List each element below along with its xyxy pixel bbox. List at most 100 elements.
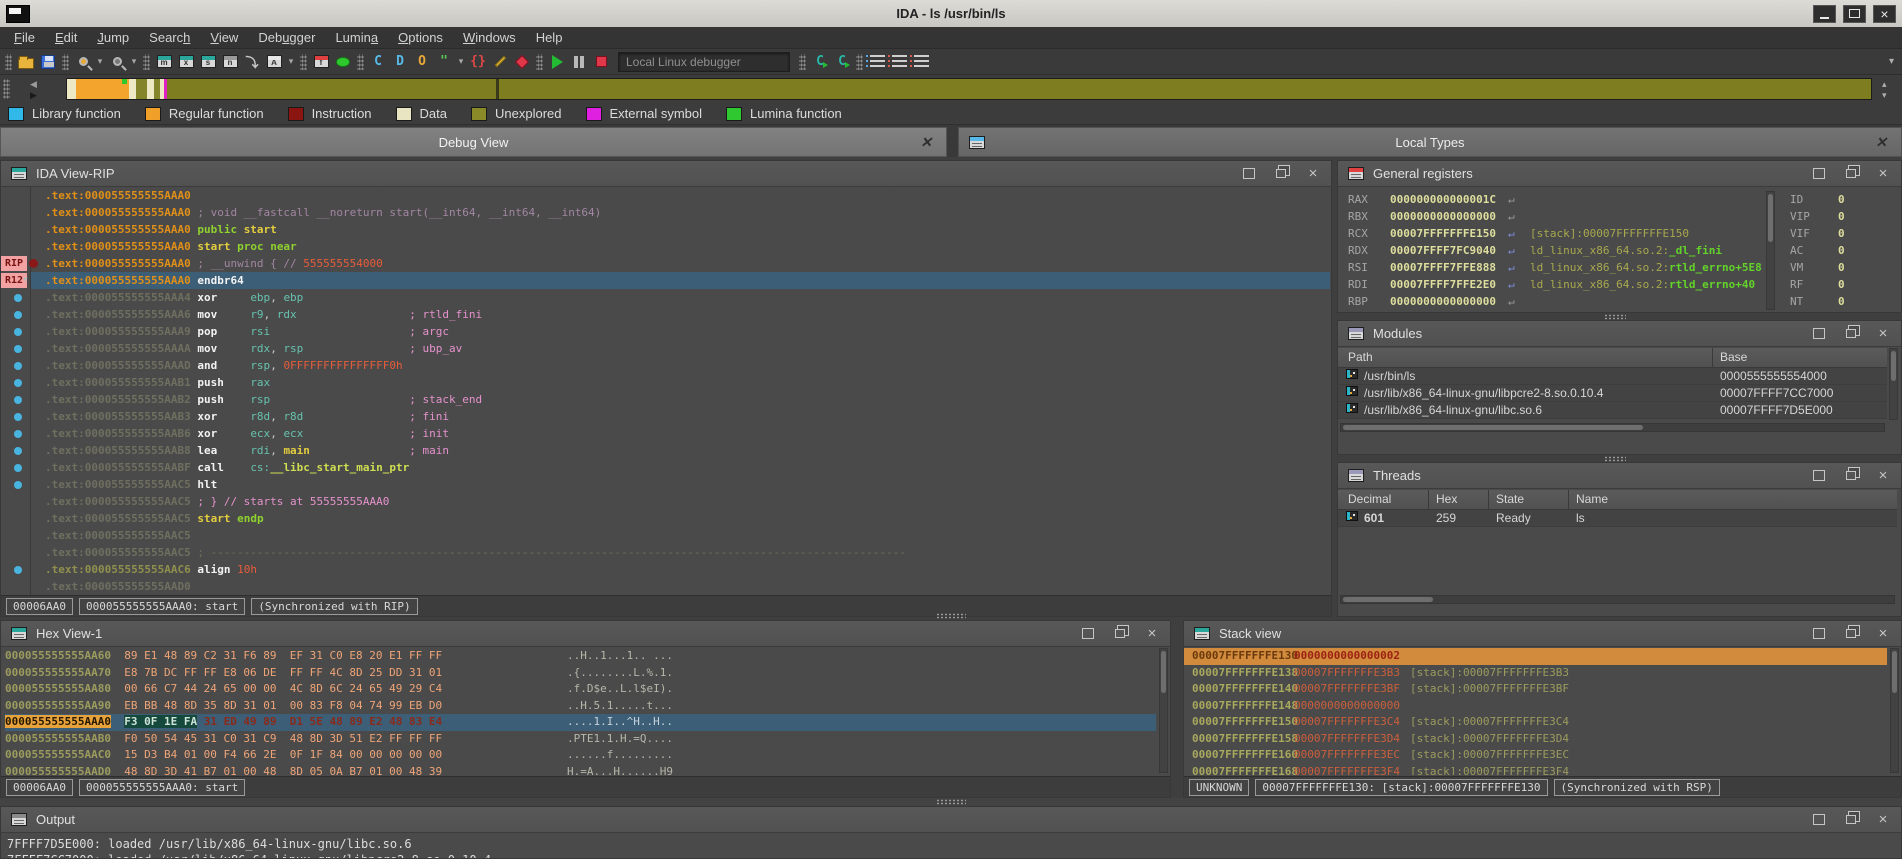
register-row[interactable]: RSI00007FFFF7FFE888↵ld_linux_x86_64.so.2… xyxy=(1338,259,1763,276)
disasm-line[interactable]: .text:000055555555AAB6 xor ecx, ecx ; in… xyxy=(31,425,1330,442)
stack-view-titlebar[interactable]: Stack view × xyxy=(1184,621,1901,647)
flag-row[interactable]: AC0 xyxy=(1786,242,1897,259)
register-row[interactable]: RBX0000000000000000↵ xyxy=(1338,208,1763,225)
names-window-icon[interactable]: n xyxy=(220,52,240,72)
make-string-icon[interactable]: " xyxy=(434,52,454,72)
make-data-icon[interactable]: D xyxy=(390,52,410,72)
disasm-line[interactable]: .text:000055555555AAA6 mov r9, rdx ; rtl… xyxy=(31,306,1330,323)
breakpoint-dot-icon[interactable] xyxy=(14,481,22,489)
close-button[interactable]: × xyxy=(1873,5,1896,23)
threads-maximize-icon[interactable] xyxy=(1811,469,1827,483)
toolbar-separator-handle[interactable] xyxy=(856,54,863,70)
hex-row[interactable]: 000055555555AAB0 F0 50 54 45 31 C0 31 C9… xyxy=(5,731,1156,748)
flag-row[interactable]: VIF0 xyxy=(1786,225,1897,242)
toolbar-separator-handle[interactable] xyxy=(62,54,69,70)
hex-view-maximize-icon[interactable] xyxy=(1080,627,1096,641)
hex-row[interactable]: 000055555555AAC0 15 D3 B4 01 00 F4 66 2E… xyxy=(5,747,1156,764)
text-style-icon[interactable]: A xyxy=(264,52,284,72)
menu-lumina[interactable]: Lumina xyxy=(325,28,388,47)
toolbar-separator-handle[interactable] xyxy=(536,54,543,70)
disasm-line[interactable]: .text:000055555555AAC5 ; ---------------… xyxy=(31,544,1330,561)
stack-row[interactable]: 00007FFFFFFFE13800007FFFFFFFE3B3[stack]:… xyxy=(1184,665,1887,682)
menu-search[interactable]: Search xyxy=(139,28,200,47)
toolbar-separator-handle[interactable] xyxy=(357,54,364,70)
disasm-line[interactable]: .text:000055555555AAB2 push rsp ; stack_… xyxy=(31,391,1330,408)
threads-col-name[interactable]: Name xyxy=(1576,492,1608,506)
disasm-line[interactable]: .text:000055555555AAA4 xor ebp, ebp xyxy=(31,289,1330,306)
navband-up-arrow-icon[interactable]: ▴ xyxy=(1882,80,1887,89)
navband-left-arrow-icon[interactable]: ◀ xyxy=(30,80,37,89)
menu-help[interactable]: Help xyxy=(526,28,573,47)
modules-vscrollbar[interactable] xyxy=(1889,348,1898,420)
threads-hscrollbar[interactable] xyxy=(1340,595,1895,604)
flag-row[interactable]: RF0 xyxy=(1786,276,1897,293)
disasm-line[interactable]: .text:000055555555AAC6 align 10h xyxy=(31,561,1330,578)
flag-row[interactable]: VIP0 xyxy=(1786,208,1897,225)
threads-col-hex[interactable]: Hex xyxy=(1436,492,1457,506)
modules-maximize-icon[interactable] xyxy=(1811,327,1827,341)
toolbar-separator-handle[interactable] xyxy=(5,54,12,70)
menu-debugger[interactable]: Debugger xyxy=(248,28,325,47)
hex-row[interactable]: 000055555555AA80 00 66 C7 44 24 65 00 00… xyxy=(5,681,1156,698)
disasm-line[interactable]: .text:000055555555AAC5 start endp xyxy=(31,510,1330,527)
lumina-icon[interactable] xyxy=(333,52,353,72)
menu-edit[interactable]: Edit xyxy=(45,28,87,47)
ida-view-close-icon[interactable]: × xyxy=(1305,167,1321,181)
threads-close-icon[interactable]: × xyxy=(1875,469,1891,483)
modules-col-base[interactable]: Base xyxy=(1720,350,1747,364)
output-close-icon[interactable]: × xyxy=(1875,813,1891,827)
hex-view-close-icon[interactable]: × xyxy=(1144,627,1160,641)
tab-debug-view-close-icon[interactable]: ✕ xyxy=(920,135,932,149)
breakpoint-dot-icon[interactable] xyxy=(14,294,22,302)
hex-splitter-handle[interactable] xyxy=(936,613,966,619)
threads-float-icon[interactable] xyxy=(1843,469,1859,483)
disasm-line[interactable]: .text:000055555555AAA0 endbr64 xyxy=(31,272,1330,289)
menu-view[interactable]: View xyxy=(200,28,248,47)
disasm-line[interactable]: .text:000055555555AABF call cs:__libc_st… xyxy=(31,459,1330,476)
stack-row[interactable]: 00007FFFFFFFE14000007FFFFFFFE3BF[stack]:… xyxy=(1184,681,1887,698)
tab-debug-view[interactable]: Debug View ✕ xyxy=(0,127,947,157)
navband-right-arrow-icon[interactable]: ▶ xyxy=(30,91,37,100)
disasm-line[interactable]: .text:000055555555AAC5 xyxy=(31,527,1330,544)
disassembly-window-icon[interactable]: m xyxy=(154,52,174,72)
disasm-line[interactable]: .text:000055555555AAA0 ; void __fastcall… xyxy=(31,204,1330,221)
registers-maximize-icon[interactable] xyxy=(1811,167,1827,181)
stack-row[interactable]: 00007FFFFFFFE1300000000000000002 xyxy=(1184,648,1887,665)
stack-view-close-icon[interactable]: × xyxy=(1875,627,1891,641)
make-dropdown-icon[interactable]: ▾ xyxy=(456,52,466,72)
output-splitter[interactable] xyxy=(0,798,1902,806)
breakpoint-dot-icon[interactable] xyxy=(14,396,22,404)
menu-windows[interactable]: Windows xyxy=(453,28,526,47)
stack-row[interactable]: 00007FFFFFFFE1480000000000000000 xyxy=(1184,698,1887,715)
disasm-line[interactable]: .text:000055555555AAB1 push rax xyxy=(31,374,1330,391)
registers-close-icon[interactable]: × xyxy=(1875,167,1891,181)
step-over-icon[interactable]: C xyxy=(832,52,852,72)
registers-float-icon[interactable] xyxy=(1843,167,1859,181)
hex-view-scrollbar[interactable] xyxy=(1159,648,1168,773)
stack-view-maximize-icon[interactable] xyxy=(1811,627,1827,641)
modules-titlebar[interactable]: Modules × xyxy=(1338,321,1901,347)
stack-row[interactable]: 00007FFFFFFFE16800007FFFFFFFE3F4[stack]:… xyxy=(1184,764,1887,776)
maximize-button[interactable] xyxy=(1843,5,1866,23)
breakpoint-dot-icon[interactable] xyxy=(14,430,22,438)
menu-file[interactable]: File xyxy=(4,28,45,47)
debugger-selector-combo[interactable]: Local Linux debugger xyxy=(618,52,790,72)
menu-jump[interactable]: Jump xyxy=(87,28,139,47)
registers-titlebar[interactable]: General registers × xyxy=(1338,161,1901,187)
continue-process-icon[interactable] xyxy=(547,52,567,72)
minimize-button[interactable] xyxy=(1813,5,1836,23)
disasm-line[interactable]: .text:000055555555AAAD and rsp, 0FFFFFFF… xyxy=(31,357,1330,374)
edit-icon[interactable] xyxy=(490,52,510,72)
toolbar-separator-handle[interactable] xyxy=(143,54,150,70)
register-row[interactable]: RDX00007FFFF7FC9040↵ld_linux_x86_64.so.2… xyxy=(1338,242,1763,259)
register-row[interactable]: RCX00007FFFFFFFE150↵[stack]:00007FFFFFFF… xyxy=(1338,225,1763,242)
hex-view-float-icon[interactable] xyxy=(1112,627,1128,641)
hex-row[interactable]: 000055555555AA60 89 E1 48 89 C2 31 F6 89… xyxy=(5,648,1156,665)
disasm-line[interactable]: .text:000055555555AAD0 xyxy=(31,578,1330,595)
threads-titlebar[interactable]: Threads × xyxy=(1338,463,1901,489)
module-row[interactable]: /usr/lib/x86_64-linux-gnu/libc.so.600007… xyxy=(1338,402,1887,419)
modules-float-icon[interactable] xyxy=(1843,327,1859,341)
toolbar-separator-handle[interactable] xyxy=(300,54,307,70)
register-row[interactable]: RAX000000000000001C↵ xyxy=(1338,191,1763,208)
ida-view-maximize-icon[interactable] xyxy=(1241,167,1257,181)
